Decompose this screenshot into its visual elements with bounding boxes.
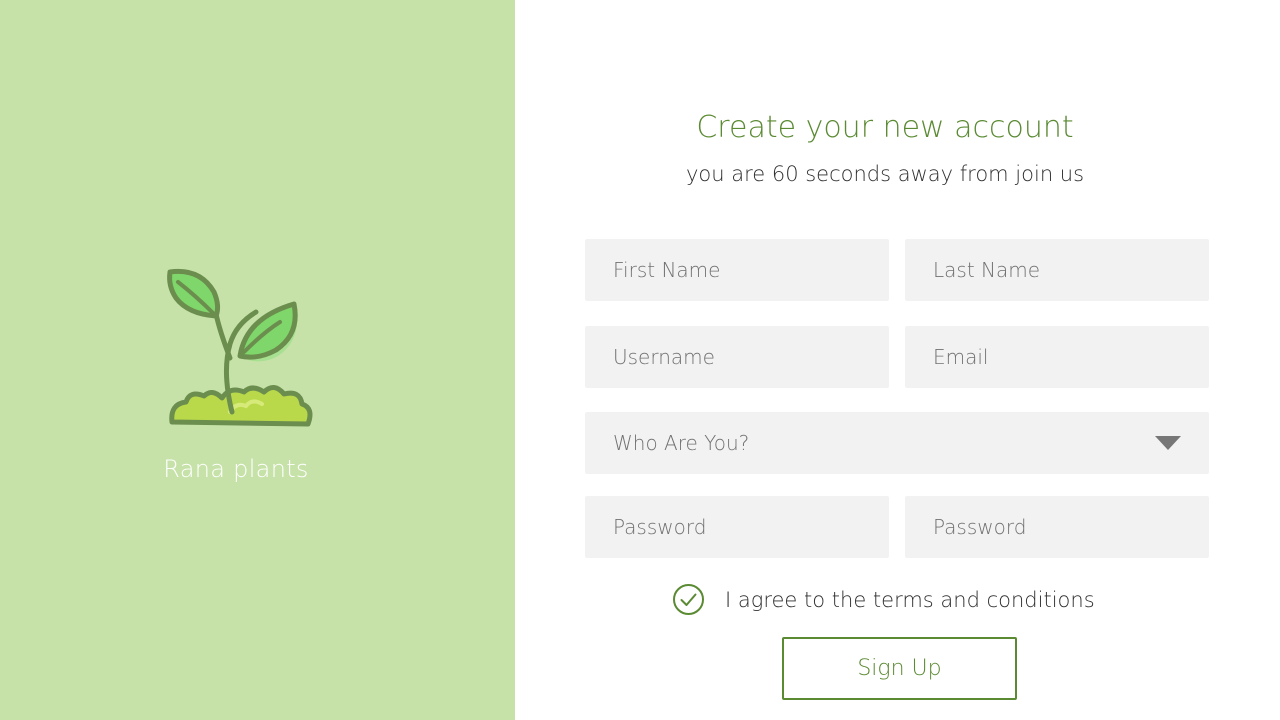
role-select-value: Who Are You? — [613, 431, 750, 455]
page-title: Create your new account — [696, 110, 1074, 145]
checkbox-checked-icon[interactable] — [672, 583, 705, 616]
email-input[interactable] — [905, 326, 1209, 388]
brand-name: Rana plants — [163, 455, 309, 483]
password-input[interactable] — [585, 496, 889, 558]
sprout-icon — [167, 268, 313, 427]
signup-panel: Create your new account you are 60 secon… — [515, 0, 1280, 720]
sign-up-button[interactable]: Sign Up — [782, 637, 1017, 700]
first-name-input[interactable] — [585, 239, 889, 301]
username-input[interactable] — [585, 326, 889, 388]
terms-label: I agree to the terms and conditions — [725, 587, 1095, 612]
page-subtitle: you are 60 seconds away from join us — [685, 162, 1085, 186]
last-name-input[interactable] — [905, 239, 1209, 301]
terms-agreement: I agree to the terms and conditions — [672, 583, 1095, 616]
role-select[interactable]: Who Are You? — [585, 412, 1209, 474]
caret-down-icon — [1155, 436, 1181, 450]
brand-panel: Rana plants — [0, 0, 515, 720]
confirm-password-input[interactable] — [905, 496, 1209, 558]
